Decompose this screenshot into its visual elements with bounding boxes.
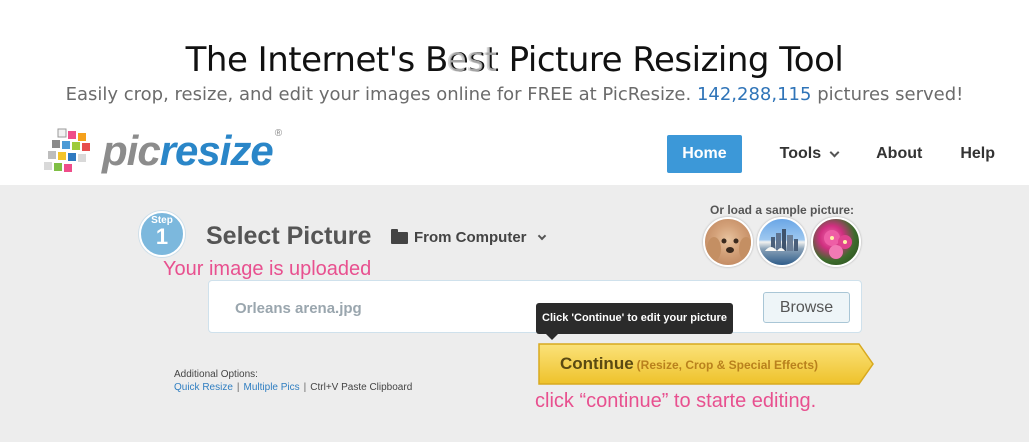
step-number: 1 [155, 224, 169, 249]
main-nav: Home Tools About Help [667, 135, 995, 173]
link-separator: | [303, 382, 307, 393]
step-badge: Step 1 [139, 211, 185, 257]
annotation-continue: click “continue” to starte editing. [535, 390, 817, 412]
sample-picture-label: Or load a sample picture: [710, 203, 855, 217]
sample-thumb-flower[interactable] [811, 217, 861, 267]
continue-tooltip: Click 'Continue' to edit your picture [536, 303, 733, 340]
source-dropdown-label: From Computer [414, 229, 527, 246]
continue-button[interactable]: Continue (Resize, Crop & Special Effects) [537, 342, 874, 386]
chevron-down-icon [537, 231, 546, 240]
city-skyline-icon [765, 229, 798, 251]
page-headline: The Internet's Best est Picture Resizing… [0, 40, 1029, 80]
flower-photo-icon [824, 230, 852, 259]
tagline: Easily crop, resize, and edit your image… [0, 84, 1029, 105]
additional-options-heading: Additional Options: [174, 369, 258, 380]
nav-help-label: Help [960, 145, 995, 162]
browse-button[interactable]: Browse [763, 292, 850, 323]
picresize-logo[interactable]: picresize ® [44, 124, 282, 178]
selected-file-name: Orleans arena.jpg [235, 300, 362, 317]
annotation-upload: Your image is uploaded [163, 258, 372, 280]
multiple-pics-link[interactable]: Multiple Pics [244, 382, 300, 393]
logo-part-pic: pic [102, 127, 161, 174]
nav-about[interactable]: About [876, 145, 922, 163]
tagline-suffix: pictures served! [817, 84, 964, 105]
nav-tools[interactable]: Tools [779, 145, 840, 163]
tagline-text: Easily crop, resize, and edit your image… [65, 84, 692, 105]
nav-about-label: About [876, 145, 923, 162]
continue-label-wrap: Continue (Resize, Crop & Special Effects) [560, 342, 818, 386]
registered-mark: ® [274, 128, 283, 139]
sample-thumb-dog[interactable] [703, 217, 753, 267]
nav-home-label: Home [682, 145, 727, 162]
additional-options-links: Quick Resize | Multiple Pics | Ctrl+V Paste … [174, 381, 412, 394]
quick-resize-link[interactable]: Quick Resize [174, 382, 233, 393]
dog-photo-icon [707, 237, 751, 261]
picture-count: 142,288,115 [696, 84, 812, 105]
folder-icon [391, 228, 408, 244]
logo-wordmark: picresize [102, 127, 274, 174]
sample-thumb-city[interactable] [757, 217, 807, 267]
paste-clipboard-text: Ctrl+V Paste Clipboard [310, 382, 413, 393]
nav-home[interactable]: Home [667, 135, 742, 173]
continue-sublabel: (Resize, Crop & Special Effects) [636, 358, 819, 372]
headline-overlap-text: est [446, 40, 497, 80]
continue-label: Continue [560, 354, 634, 373]
source-dropdown[interactable]: From Computer [391, 228, 546, 246]
nav-tools-label: Tools [779, 145, 822, 162]
logo-mosaic-icon [44, 128, 90, 172]
additional-options: Additional Options: Quick Resize | Multipl… [174, 368, 412, 394]
link-separator: | [236, 382, 240, 393]
select-picture-title: Select Picture [206, 222, 372, 250]
chevron-down-icon [829, 147, 840, 157]
logo-part-resize: resize [159, 127, 274, 174]
headline-rest: Picture Resizing Tool [508, 40, 844, 80]
nav-help[interactable]: Help [960, 145, 995, 163]
